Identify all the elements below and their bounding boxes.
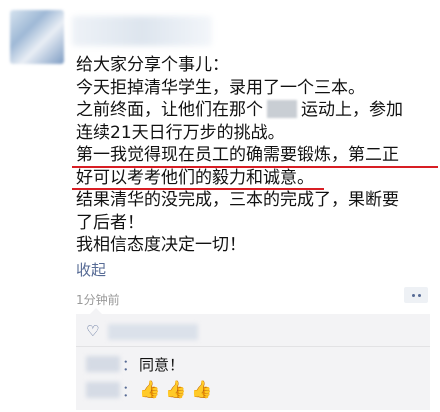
post-line-highlighted: 好可以考考他们的毅力和诚意。 <box>72 167 324 190</box>
post-line-highlighted: 第一我觉得现在员工的确需要锻炼，第二正 <box>72 144 438 168</box>
more-actions-button[interactable] <box>404 287 428 303</box>
post-line: 结果清华的没完成，三本的完成了，果断要 <box>76 190 399 210</box>
dot-icon <box>417 293 421 297</box>
post-line: 今天拒掉清华学生，录用了一个三本。 <box>76 77 365 98</box>
thumbs-up-icon: 👍 <box>165 380 187 400</box>
post-line: 连续21天日行万步的挑战。 <box>76 122 285 143</box>
avatar[interactable] <box>10 10 64 64</box>
comment-text: 同意！ <box>139 355 185 374</box>
redacted-app-name <box>267 100 297 118</box>
post-line-text: 好可以考考他们的毅力和诚意。 <box>76 167 314 188</box>
panel-notch <box>90 308 102 314</box>
dot-icon <box>411 293 415 297</box>
likes-and-comments-panel: ♡ ： 同意！ ： 👍 👍 👍 <box>76 308 430 410</box>
post-line: 我相信态度决定一切！ <box>76 235 246 255</box>
commenter-name-blurred[interactable] <box>86 356 120 372</box>
post-line-part: 运动上，参加 <box>301 100 403 120</box>
likers-blurred[interactable] <box>108 324 198 340</box>
post-line: 给大家分享个事儿： <box>76 55 229 75</box>
thumbs-up-icon: 👍 <box>191 380 213 400</box>
author-name-blurred[interactable] <box>72 16 212 46</box>
post-line-part: 之前终面，让他们在那个 <box>76 100 263 120</box>
collapse-link[interactable]: 收起 <box>76 259 106 280</box>
post-line-text: 第一我觉得现在员工的确需要锻炼，第二正 <box>76 145 399 165</box>
post-timestamp: 1分钟前 <box>76 293 120 307</box>
heart-icon: ♡ <box>86 322 100 340</box>
comment-separator: ： <box>122 381 138 400</box>
comment-item[interactable]: ： 同意！ <box>86 353 184 375</box>
comment-separator: ： <box>122 355 138 374</box>
thumbs-up-icon: 👍 <box>139 380 161 400</box>
comment-item[interactable]: ： 👍 👍 👍 <box>86 379 218 401</box>
post-line: 之前终面，让他们在那个 运动上，参加 <box>76 99 428 122</box>
commenter-name-blurred[interactable] <box>86 382 120 398</box>
post-line: 了后者！ <box>76 212 144 233</box>
likes-row: ♡ <box>76 320 430 347</box>
post-body: 给大家分享个事儿： 今天拒掉清华学生，录用了一个三本。 之前终面，让他们在那个 运… <box>72 54 438 257</box>
